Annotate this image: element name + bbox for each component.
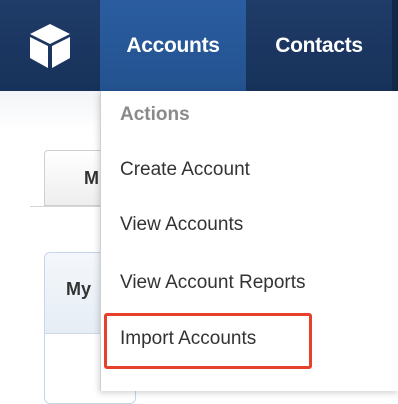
home-logo[interactable] (0, 0, 100, 91)
tab-accounts-label: Accounts (126, 33, 220, 57)
cube-logo-icon (30, 23, 70, 68)
menu-item-create-account[interactable]: Create Account (120, 159, 250, 181)
menu-item-view-account-reports[interactable]: View Account Reports (120, 272, 306, 294)
nav-divider (392, 0, 398, 91)
menu-item-view-accounts[interactable]: View Accounts (120, 214, 243, 236)
menu-heading-actions: Actions (120, 104, 190, 125)
tab-contacts[interactable]: Contacts (246, 0, 392, 91)
import-accounts-highlight-box (104, 313, 312, 369)
top-nav-bar: Accounts Contacts (0, 0, 398, 91)
tab-accounts[interactable]: Accounts (100, 0, 246, 91)
sub-tab-label: M (84, 168, 99, 188)
dashlet-title: My (66, 279, 92, 299)
tab-contacts-label: Contacts (275, 33, 363, 57)
